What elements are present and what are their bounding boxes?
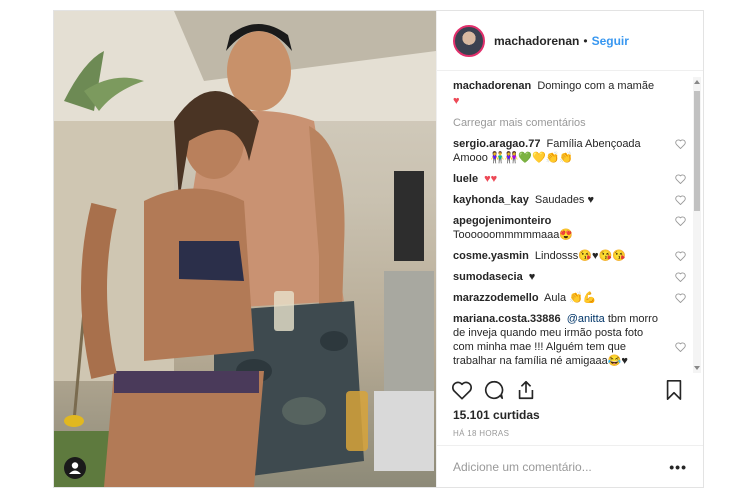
share-icon[interactable] xyxy=(515,379,537,401)
comment-username[interactable]: luele xyxy=(453,173,478,185)
post-caption: machadorenan Domingo com a mamãe ♥ xyxy=(453,79,686,109)
comment-username[interactable]: apegojenimonteiro xyxy=(453,215,551,227)
comment-bubble-icon[interactable] xyxy=(483,379,505,401)
likes-count[interactable]: 15.101 curtidas xyxy=(453,408,540,422)
caption-username[interactable]: machadorenan xyxy=(453,80,531,92)
bookmark-icon[interactable] xyxy=(663,379,685,401)
instagram-post: machadorenan • Seguir machadorenan Domin… xyxy=(53,10,704,488)
add-comment-input[interactable]: Adicione um comentário... xyxy=(453,460,669,474)
comment-username[interactable]: mariana.costa.33886 xyxy=(453,313,561,325)
scroll-up-arrow-icon[interactable] xyxy=(694,80,700,84)
post-actions xyxy=(451,379,691,405)
comment-item: kayhonda_kay Saudades ♥ xyxy=(453,193,686,207)
comment-username[interactable]: kayhonda_kay xyxy=(453,194,529,206)
comment-text: Lindosss😘♥😘😘 xyxy=(534,250,626,262)
post-photo-illustration xyxy=(54,11,436,487)
follow-button[interactable]: Seguir xyxy=(592,34,629,48)
load-more-comments-link[interactable]: Carregar mais comentários xyxy=(453,117,686,129)
comment-username[interactable]: sumodasecia xyxy=(453,271,523,283)
header-separator: • xyxy=(583,33,588,48)
comment-mention[interactable]: @anitta xyxy=(567,313,605,325)
comment-text: ♥♥ xyxy=(484,173,498,185)
comment-text: Toooooommmmmaaa😍 xyxy=(453,229,574,241)
caption-heart-emoji: ♥ xyxy=(453,95,460,107)
like-comment-heart-icon[interactable] xyxy=(675,293,686,303)
like-comment-heart-icon[interactable] xyxy=(675,216,686,226)
like-comment-heart-icon[interactable] xyxy=(675,174,686,184)
comment-item: sergio.aragao.77 Família Abençoada Amooo… xyxy=(453,137,686,165)
comments-list[interactable]: machadorenan Domingo com a mamãe ♥ Carre… xyxy=(453,79,686,371)
comment-username[interactable]: marazzodemello xyxy=(453,292,539,304)
comment-item: apegojenimonteiro Toooooommmmmaaa😍 xyxy=(453,214,686,242)
post-header: machadorenan • Seguir xyxy=(437,11,703,71)
comment-item: luele ♥♥ xyxy=(453,172,686,186)
scrollbar-thumb[interactable] xyxy=(694,91,700,211)
like-comment-heart-icon[interactable] xyxy=(675,272,686,282)
comment-item: mariana.costa.33886 @anitta tbm morro de… xyxy=(453,312,686,368)
header-username[interactable]: machadorenan xyxy=(494,34,579,48)
post-sidebar: machadorenan • Seguir machadorenan Domin… xyxy=(436,11,703,487)
comment-item: cosme.yasmin Lindosss😘♥😘😘 xyxy=(453,249,686,263)
add-comment-bar: Adicione um comentário... ••• xyxy=(437,445,703,487)
more-options-button[interactable]: ••• xyxy=(669,459,687,475)
like-heart-icon[interactable] xyxy=(451,379,473,401)
comment-username[interactable]: sergio.aragao.77 xyxy=(453,138,540,150)
comment-text: Saudades ♥ xyxy=(534,194,595,206)
comments-scrollbar[interactable] xyxy=(693,77,701,373)
post-timestamp[interactable]: HÁ 18 HORAS xyxy=(453,429,509,438)
tagged-user-icon[interactable] xyxy=(64,457,86,479)
comment-item: sumodasecia ♥ xyxy=(453,270,686,284)
like-comment-heart-icon[interactable] xyxy=(675,251,686,261)
caption-text: Domingo com a mamãe xyxy=(537,80,655,92)
like-comment-heart-icon[interactable] xyxy=(675,195,686,205)
comment-text: ♥ xyxy=(528,271,536,283)
comment-item: marazzodemello Aula 👏💪 xyxy=(453,291,686,305)
post-photo[interactable] xyxy=(54,11,436,487)
scroll-down-arrow-icon[interactable] xyxy=(694,366,700,370)
like-comment-heart-icon[interactable] xyxy=(675,342,686,352)
comment-text: Aula 👏💪 xyxy=(544,292,597,304)
comment-username[interactable]: cosme.yasmin xyxy=(453,250,529,262)
like-comment-heart-icon[interactable] xyxy=(675,139,686,149)
avatar[interactable] xyxy=(453,24,485,57)
